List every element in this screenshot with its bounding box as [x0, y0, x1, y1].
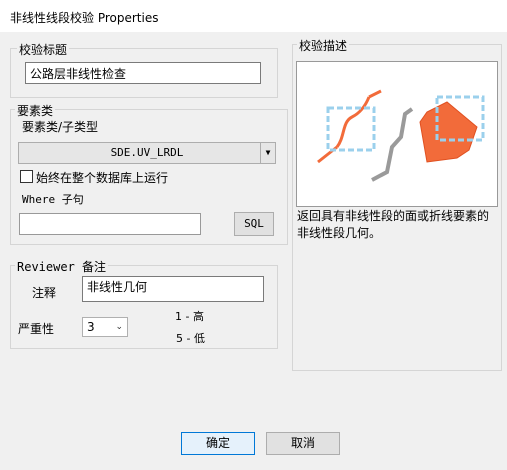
where-clause-input[interactable] [19, 213, 201, 235]
check-description-label: 校验描述 [297, 37, 350, 54]
feature-class-dropdown[interactable]: SDE.UV_LRDL ▼ [18, 142, 276, 164]
feature-class-dropdown-value: SDE.UV_LRDL [110, 146, 184, 159]
window-title: 非线性线段校验 Properties [10, 11, 159, 25]
notes-input[interactable]: 非线性几何 [82, 276, 264, 302]
ok-button[interactable]: 确定 [181, 432, 255, 455]
description-text: 返回具有非线性段的面或折线要素的非线性段几何。 [297, 209, 490, 240]
severity-value: 3 [87, 320, 95, 334]
sql-button[interactable]: SQL [234, 212, 274, 236]
check-title-input[interactable]: 公路层非线性检查 [25, 62, 261, 84]
description-illustration [296, 61, 498, 207]
chevron-down-icon: ⌄ [115, 322, 123, 332]
severity-low-hint: 5 - 低 [176, 332, 205, 345]
cancel-button[interactable]: 取消 [266, 432, 340, 455]
severity-label: 严重性 [18, 322, 55, 336]
properties-dialog: 非线性线段校验 Properties 校验标题 公路层非线性检查 要素类 要素类… [0, 0, 507, 470]
reviewer-notes-label: Reviewer 备注 [15, 258, 109, 275]
nonlinear-segments-icon [317, 89, 485, 182]
where-label: Where 子句 [22, 193, 84, 206]
subtype-label: 要素类/子类型 [22, 120, 99, 134]
feature-class-label: 要素类 [15, 102, 56, 119]
severity-high-hint: 1 - 高 [175, 310, 204, 323]
title-bar: 非线性线段校验 Properties [0, 0, 507, 32]
run-all-checkbox[interactable] [20, 170, 33, 183]
check-title-label: 校验标题 [17, 41, 70, 58]
severity-select[interactable]: 3 ⌄ [82, 317, 128, 337]
notes-label: 注释 [32, 286, 57, 300]
run-all-label: 始终在整个数据库上运行 [36, 171, 169, 185]
chevron-down-icon[interactable]: ▼ [260, 143, 275, 163]
